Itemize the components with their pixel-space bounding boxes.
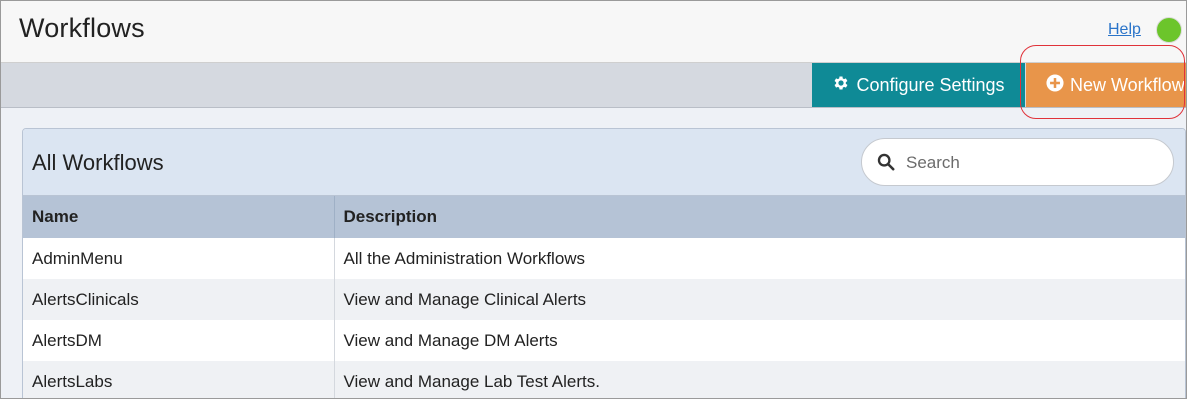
page-header: Workflows Help (1, 1, 1186, 63)
table-row[interactable]: AlertsClinicals View and Manage Clinical… (23, 279, 1185, 320)
cell-description: View and Manage Clinical Alerts (334, 279, 1185, 320)
workflows-table: Name Description AdminMenu All the Admin… (23, 196, 1185, 398)
panel-title: All Workflows (32, 150, 164, 175)
cell-description: View and Manage Lab Test Alerts. (334, 361, 1185, 398)
cell-name: AlertsLabs (23, 361, 335, 398)
new-workflow-button[interactable]: New Workflow (1026, 63, 1186, 107)
page-title: Workflows (19, 13, 145, 43)
search-input[interactable] (904, 149, 1158, 177)
search-box[interactable] (861, 138, 1174, 186)
status-indicator (1156, 17, 1182, 43)
table-header-row: Name Description (23, 196, 1185, 238)
gear-icon (832, 74, 850, 97)
cell-description: View and Manage DM Alerts (334, 320, 1185, 361)
column-header-name[interactable]: Name (23, 196, 335, 238)
table-row[interactable]: AdminMenu All the Administration Workflo… (23, 238, 1185, 279)
toolbar: Configure Settings New Workflow (1, 63, 1186, 108)
cell-name: AdminMenu (23, 238, 335, 279)
search-icon (877, 153, 895, 176)
all-workflows-panel: All Workflows Name Description (22, 128, 1186, 398)
plus-circle-icon (1046, 73, 1064, 97)
panel-header: All Workflows (23, 129, 1185, 196)
configure-settings-label: Configure Settings (856, 74, 1005, 95)
cell-description: All the Administration Workflows (334, 238, 1185, 279)
configure-settings-button[interactable]: Configure Settings (812, 63, 1025, 107)
workflows-window: Workflows Help Configure Settings New Wo… (0, 0, 1187, 399)
cell-name: AlertsClinicals (23, 279, 335, 320)
table-row[interactable]: AlertsLabs View and Manage Lab Test Aler… (23, 361, 1185, 398)
cell-name: AlertsDM (23, 320, 335, 361)
table-row[interactable]: AlertsDM View and Manage DM Alerts (23, 320, 1185, 361)
help-link[interactable]: Help (1108, 21, 1141, 39)
column-header-description[interactable]: Description (334, 196, 1185, 238)
new-workflow-label: New Workflow (1070, 74, 1185, 95)
